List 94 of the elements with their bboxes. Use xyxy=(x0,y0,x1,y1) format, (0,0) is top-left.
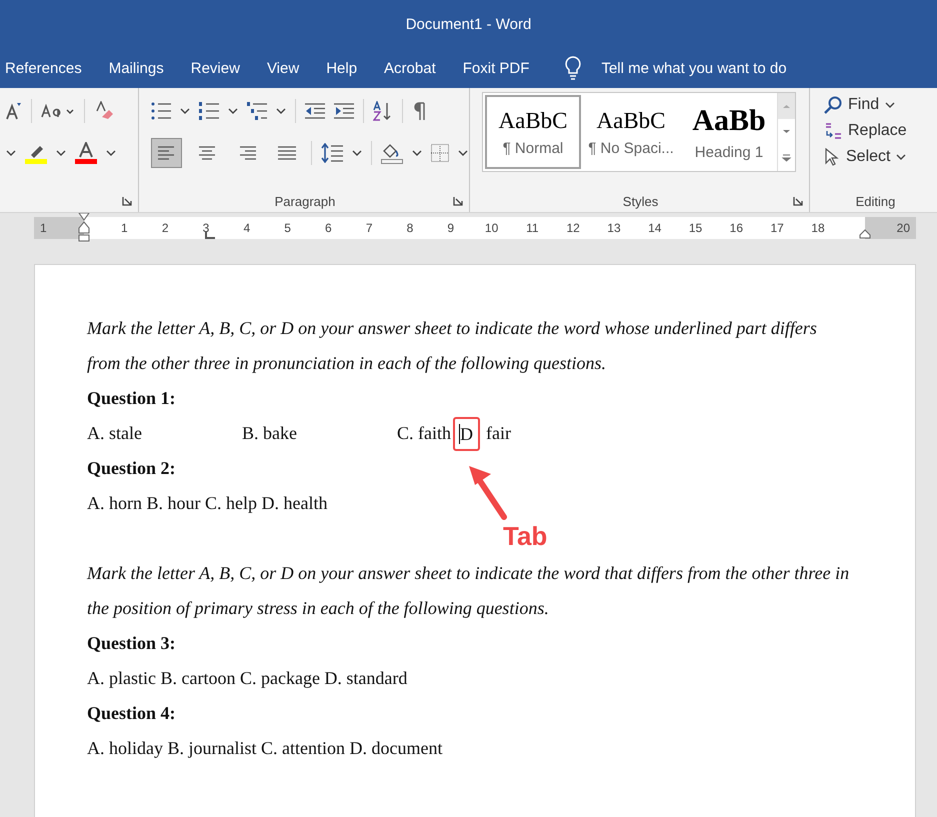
indent-marker-icon[interactable] xyxy=(859,229,871,239)
change-case-icon[interactable] xyxy=(41,104,75,118)
style-item[interactable]: AaBbC ¶ No Spaci... xyxy=(583,95,679,169)
align-lines-icon xyxy=(198,146,216,160)
ribbon-tab[interactable]: Review xyxy=(190,60,240,76)
answer-options: A. holiday B. journalist C. attention D. document xyxy=(87,731,442,766)
caret-icon[interactable] xyxy=(180,107,190,115)
align-left-button[interactable] xyxy=(151,138,182,168)
line-spacing-icon[interactable] xyxy=(321,143,343,163)
borders-icon[interactable] xyxy=(431,144,449,162)
caret-icon xyxy=(885,101,896,109)
caret-icon[interactable] xyxy=(352,149,362,157)
ruler-number: 11 xyxy=(526,221,539,235)
ruler-number: 8 xyxy=(406,221,414,235)
select-button[interactable]: Select xyxy=(824,146,937,168)
annotation-label: Tab xyxy=(503,521,548,552)
pointer-arrow xyxy=(466,464,508,520)
ribbon-tab[interactable]: References xyxy=(5,60,82,76)
group-label: Styles xyxy=(622,194,658,208)
ruler-number: 1 xyxy=(40,221,47,235)
caret-icon xyxy=(896,153,906,161)
question-heading: Question 2: xyxy=(87,457,177,480)
replace-button[interactable]: Replace xyxy=(824,120,937,142)
decrease-indent-icon[interactable] xyxy=(305,103,325,119)
window-title: Document1 - Word xyxy=(406,16,532,32)
ruler-number: 14 xyxy=(648,221,662,235)
answer-options: A. horn B. hour C. help D. health xyxy=(87,486,328,521)
ribbon-tab[interactable]: Acrobat xyxy=(384,60,436,76)
ruler-number: 2 xyxy=(162,221,169,235)
question-heading: Question 4: xyxy=(87,702,177,725)
caret-icon[interactable] xyxy=(412,149,422,157)
caret-icon[interactable] xyxy=(56,149,66,157)
shading-icon[interactable] xyxy=(381,142,403,164)
dialog-launcher-icon[interactable] xyxy=(793,196,803,206)
ribbon-tab[interactable]: Help xyxy=(326,60,358,76)
answer-option: fair xyxy=(486,416,511,451)
indent-marker-icon[interactable] xyxy=(78,213,90,242)
answer-option: A. stale xyxy=(87,416,242,451)
lightbulb-icon xyxy=(564,56,582,80)
align-lines-icon xyxy=(158,146,176,160)
cursor-arrow-icon xyxy=(824,148,840,166)
ruler-number: 18 xyxy=(811,221,825,235)
multilevel-list-icon[interactable] xyxy=(247,102,267,120)
ribbon-tab[interactable]: Mailings xyxy=(108,60,164,76)
caret-icon[interactable] xyxy=(6,149,16,157)
ruler-number: 9 xyxy=(447,221,454,235)
find-button[interactable]: Find xyxy=(824,94,937,116)
ruler-number: 16 xyxy=(730,221,744,235)
increase-indent-icon[interactable] xyxy=(334,103,354,119)
dialog-launcher-icon[interactable] xyxy=(122,196,132,206)
ruler-number: 5 xyxy=(284,221,291,235)
align-lines-icon xyxy=(238,146,256,160)
caret-icon[interactable] xyxy=(228,107,238,115)
ribbon-tab[interactable]: Foxit PDF xyxy=(462,60,530,76)
caret-icon[interactable] xyxy=(458,149,468,157)
answer-option: C. faith xyxy=(397,416,451,451)
ruler-number: 7 xyxy=(366,221,373,235)
ruler-number: 20 xyxy=(896,221,910,235)
align-lines-icon xyxy=(278,146,296,160)
font-color-icon[interactable] xyxy=(75,142,97,164)
group-label: Paragraph xyxy=(274,194,336,208)
numbered-list-icon[interactable] xyxy=(199,102,219,120)
answer-option: B. bake xyxy=(242,416,397,451)
answer-options: A. plastic B. cartoon C. package D. standard xyxy=(87,661,408,696)
question-heading: Question 3: xyxy=(87,632,177,655)
pilcrow-icon[interactable] xyxy=(412,102,426,120)
tab-stop-icon[interactable] xyxy=(205,231,215,239)
ribbon-tab[interactable]: View xyxy=(266,60,300,76)
question-heading: Question 1: xyxy=(87,387,177,410)
tell-me-field[interactable]: Tell me what you want to do xyxy=(601,60,937,76)
bullet-list-icon[interactable] xyxy=(151,102,171,120)
ruler-number: 1 xyxy=(121,221,128,235)
style-item[interactable]: AaBbC ¶ Normal xyxy=(485,95,581,169)
ruler-number: 15 xyxy=(688,221,702,235)
ruler-number: 17 xyxy=(770,221,784,235)
style-item[interactable]: AaBb Heading 1 xyxy=(681,95,777,169)
highlighted-letter: D xyxy=(453,416,480,450)
ruler-number: 12 xyxy=(566,221,580,235)
font-size-icon[interactable] xyxy=(6,102,22,120)
ruler-number: 10 xyxy=(484,221,498,235)
ruler-number: 13 xyxy=(607,221,621,235)
instruction-text: Mark the letter A, B, C, or D on your answer sheet to indicate the word whose underlined part differs from the other three in pronunciation in each of the following questions. xyxy=(87,317,818,375)
text-cursor xyxy=(459,424,460,444)
replace-icon xyxy=(824,122,842,140)
group-label: Editing xyxy=(856,194,896,208)
instruction-text: Mark the letter A, B, C, or D on your answer sheet to indicate the word that differs from the other three in the position of primary stress in each of the following questions. xyxy=(87,562,850,620)
dialog-launcher-icon[interactable] xyxy=(453,196,463,206)
ruler-number: 4 xyxy=(243,221,250,235)
sort-icon[interactable] xyxy=(373,101,393,121)
caret-icon[interactable] xyxy=(276,107,286,115)
caret-icon[interactable] xyxy=(106,149,116,157)
ruler-number: 6 xyxy=(325,221,332,235)
search-icon xyxy=(824,96,842,114)
eraser-icon[interactable] xyxy=(94,101,114,121)
